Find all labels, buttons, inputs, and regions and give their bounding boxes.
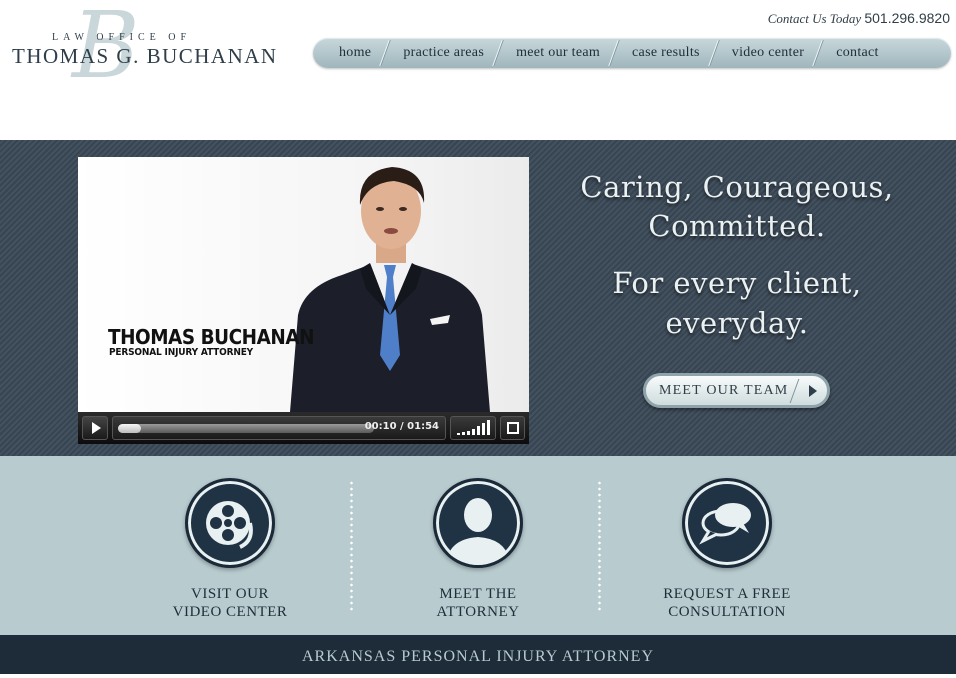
tagline-line-3: For every client, <box>612 266 862 300</box>
nav-home[interactable]: home <box>323 38 387 68</box>
film-reel-icon <box>185 478 275 568</box>
video-screen[interactable]: THOMAS BUCHANAN PERSONAL INJURY ATTORNEY <box>78 157 529 412</box>
video-caption-name: THOMAS BUCHANAN <box>108 325 315 349</box>
play-button[interactable] <box>82 416 108 440</box>
tagline-line-4: everyday. <box>665 306 809 340</box>
button-divider <box>789 379 800 403</box>
speech-bubbles-icon <box>682 478 772 568</box>
logo-subtitle: LAW OFFICE OF <box>52 32 192 43</box>
volume-control[interactable] <box>450 416 496 440</box>
video-controls: 00:10 / 01:54 <box>78 412 529 444</box>
contact-info: Contact Us Today 501.296.9820 <box>768 10 950 27</box>
feature-attorney-line-1: MEET THE <box>439 586 517 602</box>
feature-video-center[interactable]: VISIT OUR VIDEO CENTER <box>130 478 330 621</box>
time-display: 00:10 / 01:54 <box>364 421 439 432</box>
nav-contact[interactable]: contact <box>820 38 895 68</box>
feature-band: VISIT OUR VIDEO CENTER MEET THE ATTORNEY <box>0 456 956 635</box>
feature-consultation[interactable]: REQUEST A FREE CONSULTATION <box>627 478 827 621</box>
nav-meet-our-team[interactable]: meet our team <box>500 38 616 68</box>
meet-our-team-button[interactable]: MEET OUR TEAM <box>643 373 830 408</box>
nav-practice-areas[interactable]: practice areas <box>387 38 500 68</box>
feature-consult-line-2: CONSULTATION <box>668 604 786 620</box>
meet-our-team-button-label: MEET OUR TEAM <box>659 382 789 398</box>
footer-heading: ARKANSAS PERSONAL INJURY ATTORNEY <box>301 648 654 665</box>
nav-case-results[interactable]: case results <box>616 38 716 68</box>
fullscreen-icon <box>506 422 519 434</box>
main-nav: home practice areas meet our team case r… <box>313 38 951 68</box>
footer-band: ARKANSAS PERSONAL INJURY ATTORNEY <box>0 635 956 674</box>
tagline-line-1: Caring, Courageous, <box>580 170 894 204</box>
feature-consult-line-1: REQUEST A FREE <box>663 586 791 602</box>
attorney-video-frame <box>290 167 490 412</box>
progress-container: 00:10 / 01:54 <box>112 416 446 440</box>
contact-label: Contact Us Today <box>767 11 862 26</box>
hero-tagline: Caring, Courageous, Committed. For every… <box>552 168 922 343</box>
hero-section: THOMAS BUCHANAN PERSONAL INJURY ATTORNEY… <box>0 140 956 456</box>
play-arrow-icon <box>809 385 817 397</box>
site-header: B LAW OFFICE OF THOMAS G. BUCHANAN Conta… <box>0 0 956 140</box>
fullscreen-button[interactable] <box>500 416 525 440</box>
logo-firm-name: THOMAS G. BUCHANAN <box>12 44 278 68</box>
feature-video-line-2: VIDEO CENTER <box>172 604 288 620</box>
nav-video-center[interactable]: video center <box>716 38 820 68</box>
dotted-divider <box>598 480 601 612</box>
dotted-divider <box>350 480 353 612</box>
tagline-line-2: Committed. <box>648 209 826 243</box>
progress-bar[interactable] <box>118 424 374 433</box>
video-player[interactable]: THOMAS BUCHANAN PERSONAL INJURY ATTORNEY… <box>78 157 529 444</box>
person-silhouette-icon <box>433 478 523 568</box>
feature-video-line-1: VISIT OUR <box>191 586 269 602</box>
progress-fill <box>118 424 142 433</box>
feature-attorney-line-2: ATTORNEY <box>436 604 520 620</box>
phone-number[interactable]: 501.296.9820 <box>864 10 950 26</box>
feature-meet-attorney[interactable]: MEET THE ATTORNEY <box>378 478 578 621</box>
video-caption-title: PERSONAL INJURY ATTORNEY <box>109 347 254 358</box>
site-logo[interactable]: B LAW OFFICE OF THOMAS G. BUCHANAN <box>10 0 276 92</box>
